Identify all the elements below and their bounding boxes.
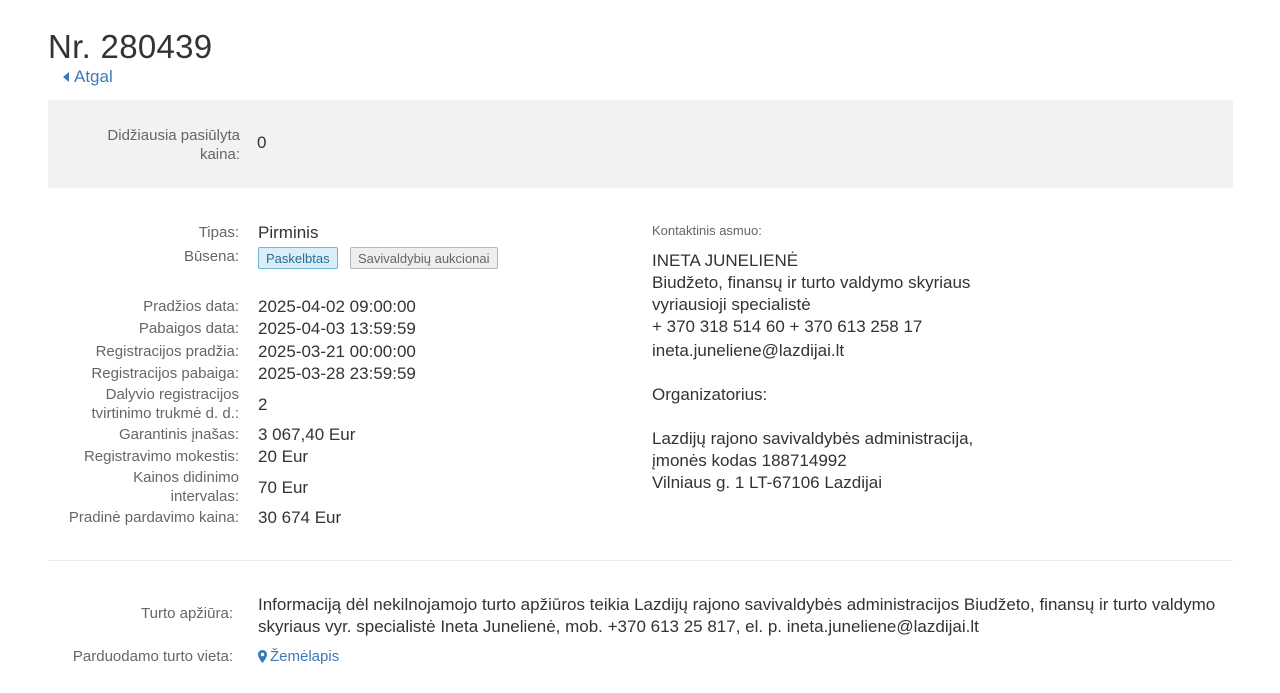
registration-start-label: Registracijos pradžia: — [95, 343, 239, 360]
end-date-label: Pabaigos data: — [138, 320, 239, 337]
registration-confirm-duration-value: 2 — [258, 395, 268, 414]
contact-email: ineta.juneliene@lazdijai.lt — [652, 341, 845, 360]
end-date-value: 2025-04-03 13:59:59 — [258, 319, 416, 338]
contact-heading: Kontaktinis asmuo: — [652, 223, 762, 238]
map-link-label: Žemėlapis — [270, 648, 340, 665]
price-increment-label: Kainos didinimo intervalas: — [133, 469, 239, 505]
inspection-text: Informaciją dėl nekilnojamojo turto apži… — [258, 595, 1216, 636]
contact-position: vyriausioji specialistė — [652, 295, 811, 314]
contact-name: INETA JUNELIENĖ — [652, 251, 799, 270]
highest-bid-panel: Didžiausia pasiūlyta kaina: 0 — [48, 100, 1233, 188]
type-value: Pirminis — [258, 223, 319, 242]
price-increment-value: 70 Eur — [258, 478, 309, 497]
registration-end-value: 2025-03-28 23:59:59 — [258, 364, 416, 383]
type-label: Tipas: — [198, 224, 239, 241]
start-date-label: Pradžios data: — [143, 298, 239, 315]
inspection-label: Turto apžiūra: — [141, 605, 233, 622]
highest-bid-value: 0 — [257, 133, 267, 152]
map-marker-icon — [258, 650, 267, 663]
page-title: Nr. 280439 — [48, 28, 213, 66]
registration-fee-value: 20 Eur — [258, 447, 309, 466]
guarantee-deposit-value: 3 067,40 Eur — [258, 425, 356, 444]
registration-end-label: Registracijos pabaiga: — [91, 365, 239, 382]
starting-price-label: Pradinė pardavimo kaina: — [68, 509, 239, 526]
section-divider — [48, 560, 1233, 561]
starting-price-value: 30 674 Eur — [258, 508, 342, 527]
map-link[interactable]: Žemėlapis — [258, 648, 339, 665]
registration-fee-label: Registravimo mokestis: — [83, 448, 239, 465]
organizer-label: Organizatorius: — [652, 385, 768, 404]
guarantee-deposit-label: Garantinis įnašas: — [118, 426, 239, 443]
contact-department: Biudžeto, finansų ir turto valdymo skyri… — [652, 273, 971, 292]
back-link-label: Atgal — [74, 67, 113, 86]
back-link[interactable]: Atgal — [63, 67, 113, 87]
caret-left-icon — [63, 72, 69, 82]
status-badge-published: Paskelbtas — [258, 247, 338, 269]
contact-phones: + 370 318 514 60 + 370 613 258 17 — [652, 317, 923, 336]
organizer-address: Vilniaus g. 1 LT-67106 Lazdijai — [652, 473, 882, 492]
organizer-name: Lazdijų rajono savivaldybės administraci… — [652, 429, 974, 448]
highest-bid-label: Didžiausia pasiūlyta kaina: — [107, 127, 240, 163]
organizer-code: įmonės kodas 188714992 — [652, 451, 847, 470]
registration-confirm-duration-label: Dalyvio registracijos tvirtinimo trukmė … — [91, 386, 239, 422]
registration-start-value: 2025-03-21 00:00:00 — [258, 342, 416, 361]
status-label: Būsena: — [183, 248, 239, 265]
start-date-value: 2025-04-02 09:00:00 — [258, 297, 416, 316]
location-label: Parduodamo turto vieta: — [72, 648, 233, 665]
category-badge: Savivaldybių aukcionai — [350, 247, 498, 269]
